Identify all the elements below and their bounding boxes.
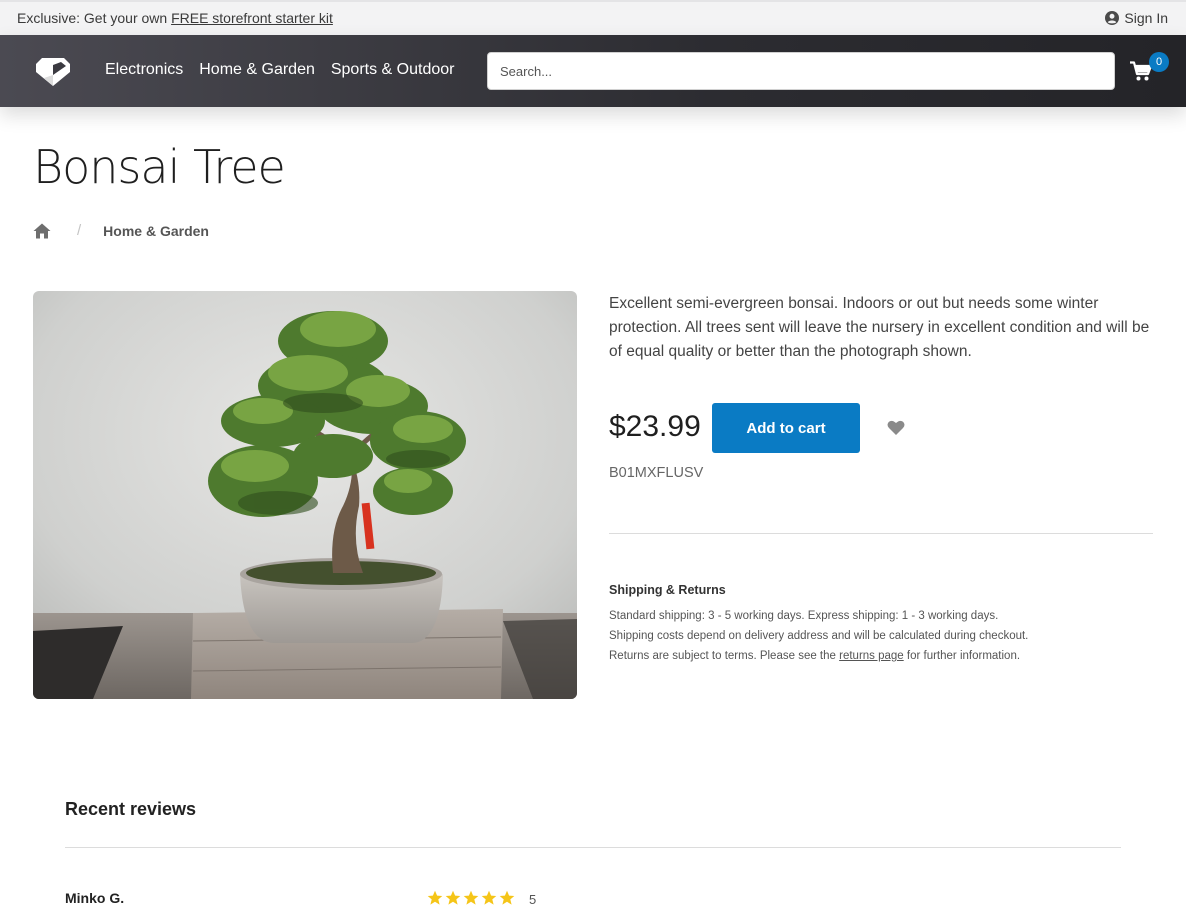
- breadcrumb: / Home & Garden: [33, 222, 209, 239]
- nav-link-sports-outdoor[interactable]: Sports & Outdoor: [331, 61, 455, 79]
- shipping-line-3: Returns are subject to terms. Please see…: [609, 646, 1028, 666]
- returns-page-link[interactable]: returns page: [839, 650, 904, 662]
- star-icon: [481, 890, 497, 905]
- page-title: Bonsai Tree: [33, 140, 286, 194]
- search-input[interactable]: [487, 52, 1115, 90]
- promo-link[interactable]: FREE storefront starter kit: [171, 10, 333, 26]
- add-to-cart-button[interactable]: Add to cart: [712, 403, 860, 453]
- shipping-line-2: Shipping costs depend on delivery addres…: [609, 630, 1029, 642]
- sign-in-label: Sign In: [1124, 10, 1168, 26]
- home-icon[interactable]: [33, 223, 51, 239]
- nav-link-home-garden[interactable]: Home & Garden: [199, 61, 315, 79]
- nav-links: Electronics Home & Garden Sports & Outdo…: [105, 61, 454, 79]
- product-description: Excellent semi-evergreen bonsai. Indoors…: [609, 295, 1150, 360]
- shipping-info: Standard shipping: 3 - 5 working days. E…: [609, 606, 1028, 666]
- shipping-line-1: Standard shipping: 3 - 5 working days. E…: [609, 610, 999, 622]
- logo-icon[interactable]: [34, 55, 72, 87]
- promo-prefix: Exclusive: Get your own: [17, 10, 172, 26]
- sign-in-link[interactable]: Sign In: [1105, 10, 1168, 26]
- divider: [609, 533, 1153, 534]
- breadcrumb-separator: /: [77, 222, 82, 239]
- star-icon: [427, 890, 443, 905]
- main-navbar: Electronics Home & Garden Sports & Outdo…: [0, 35, 1186, 107]
- heart-icon[interactable]: [887, 420, 905, 436]
- reviews-title: Recent reviews: [65, 799, 197, 819]
- product-sku: B01MXFLUSV: [609, 465, 704, 481]
- nav-link-electronics[interactable]: Electronics: [105, 61, 183, 79]
- cart-count-badge: 0: [1149, 52, 1169, 72]
- breadcrumb-home-garden[interactable]: Home & Garden: [103, 223, 209, 239]
- user-circle-icon: [1105, 11, 1120, 25]
- product-price: $23.99: [609, 410, 701, 443]
- review-author: Minko G.: [65, 890, 125, 906]
- divider: [65, 847, 1121, 848]
- shipping-title: Shipping & Returns: [609, 583, 726, 597]
- promo-text: Exclusive: Get your own FREE storefront …: [17, 10, 333, 26]
- star-icon: [463, 890, 479, 905]
- star-icon: [445, 890, 461, 905]
- returns-prefix: Returns are subject to terms. Please see…: [609, 650, 840, 662]
- review-rating: 5: [529, 892, 537, 907]
- star-icon: [499, 890, 515, 905]
- returns-suffix: for further information.: [903, 650, 1021, 662]
- promo-bar: Exclusive: Get your own FREE storefront …: [0, 0, 1186, 35]
- product-image: [33, 291, 577, 699]
- review-stars: [427, 890, 515, 906]
